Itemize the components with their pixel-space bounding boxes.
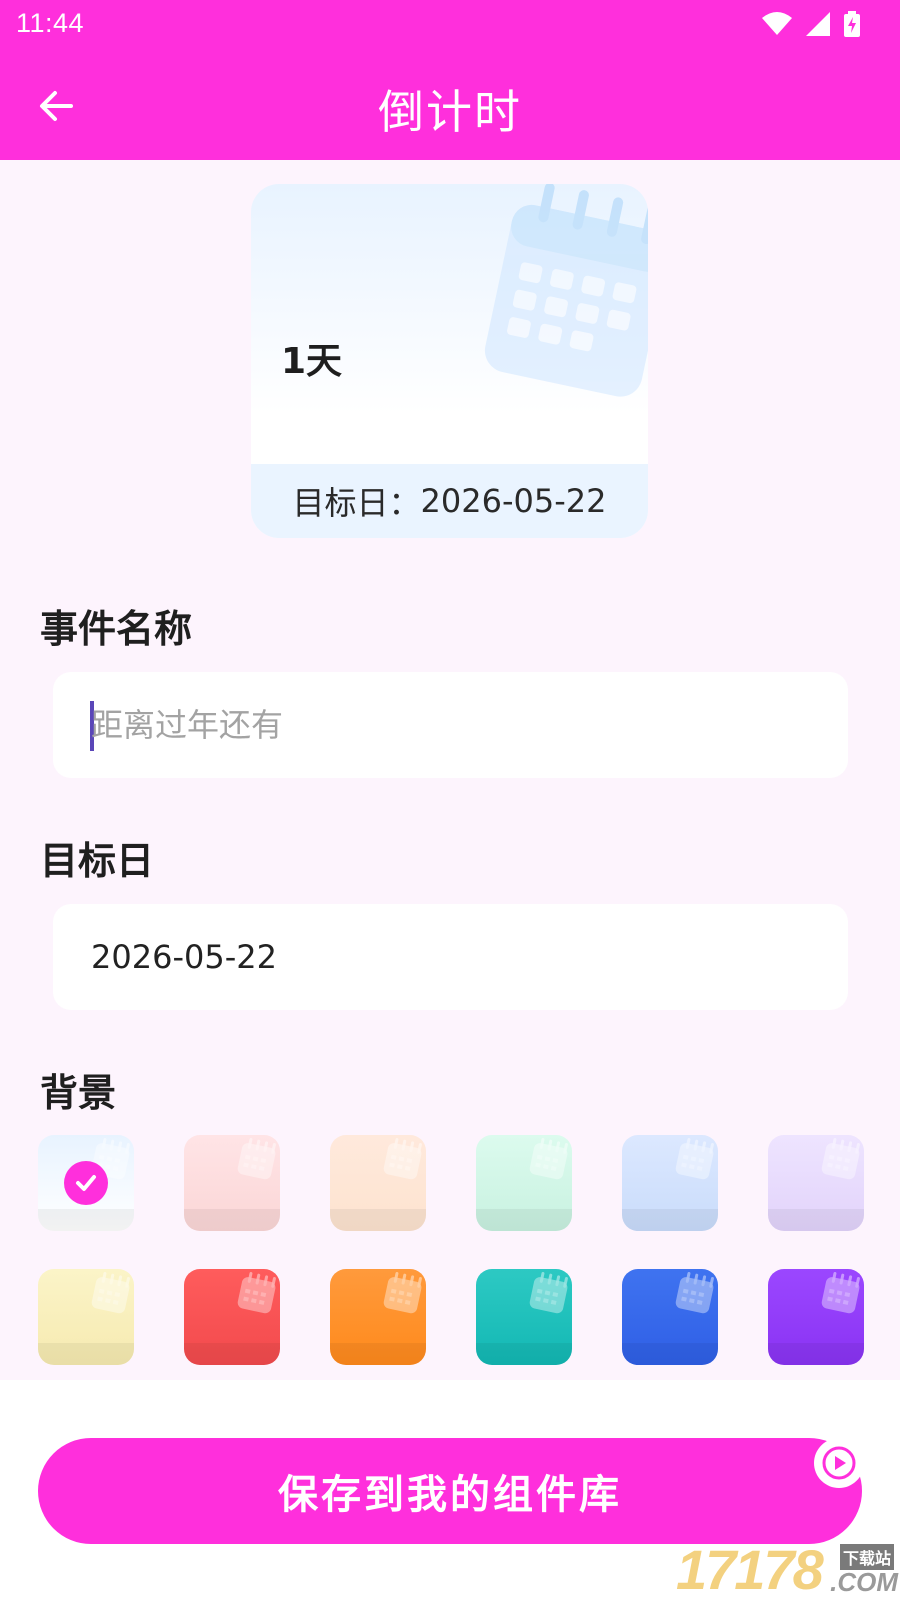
calendar-icon — [234, 1137, 278, 1185]
watermark-domain: .COM — [830, 1567, 898, 1597]
calendar-icon — [234, 1271, 278, 1319]
preview-target-label: 目标日： — [292, 484, 421, 522]
calendar-icon — [526, 1271, 570, 1319]
preview-target-value: 2026-05-22 — [420, 482, 607, 520]
background-swatch-teal[interactable] — [476, 1269, 572, 1365]
event-name-label: 事件名称 — [40, 607, 193, 651]
calendar-icon — [380, 1137, 424, 1185]
background-swatch-light-periwinkle[interactable] — [622, 1135, 718, 1231]
calendar-icon — [526, 1137, 570, 1185]
preview-target-date: 目标日： 2026-05-22 — [251, 464, 648, 538]
page-title: 倒计时 — [378, 85, 522, 139]
selected-check-badge — [64, 1161, 108, 1205]
calendar-icon — [818, 1271, 862, 1319]
wifi-icon — [762, 12, 792, 35]
background-swatch-light-lavender[interactable] — [768, 1135, 864, 1231]
preview-days-count: 1天 — [281, 341, 343, 382]
background-label: 背景 — [40, 1071, 117, 1115]
status-icons — [762, 10, 860, 38]
calendar-icon — [380, 1271, 424, 1319]
calendar-icon — [484, 184, 648, 397]
event-name-field — [53, 672, 848, 778]
background-swatch-purple[interactable] — [768, 1269, 864, 1365]
calendar-icon — [672, 1271, 716, 1319]
background-swatch-light-mint[interactable] — [476, 1135, 572, 1231]
target-date-label: 目标日 — [40, 839, 155, 883]
app-bar: 倒计时 — [0, 50, 900, 160]
save-to-library-button[interactable]: 保存到我的组件库 — [38, 1438, 862, 1544]
background-swatch-light-peach[interactable] — [330, 1135, 426, 1231]
calendar-icon — [88, 1271, 132, 1319]
background-swatch-light-yellow[interactable] — [38, 1269, 134, 1365]
widget-preview: 1天 目标日： 2026-05-22 — [251, 184, 648, 538]
calendar-icon — [672, 1137, 716, 1185]
watermark-number: 17178 — [676, 1538, 824, 1600]
background-swatch-orange[interactable] — [330, 1269, 426, 1365]
watermark: 17178 下载站 .COM — [676, 1540, 898, 1600]
background-swatch-grid — [38, 1135, 866, 1365]
background-swatch-blue[interactable] — [622, 1269, 718, 1365]
calendar-icon — [818, 1137, 862, 1185]
background-swatch-light-pink[interactable] — [184, 1135, 280, 1231]
background-swatch-red[interactable] — [184, 1269, 280, 1365]
background-swatch-light-blue[interactable] — [38, 1135, 134, 1231]
battery-charging-icon — [844, 11, 860, 37]
target-date-field[interactable]: 2026-05-22 — [53, 904, 848, 1010]
play-badge[interactable] — [814, 1438, 864, 1488]
event-name-input[interactable] — [91, 672, 811, 778]
cell-signal-icon — [806, 12, 830, 36]
play-icon — [822, 1446, 856, 1480]
status-bar: 11:44 — [0, 0, 900, 50]
status-time: 11:44 — [16, 8, 85, 38]
target-date-value: 2026-05-22 — [91, 938, 277, 976]
check-icon — [76, 1175, 96, 1191]
